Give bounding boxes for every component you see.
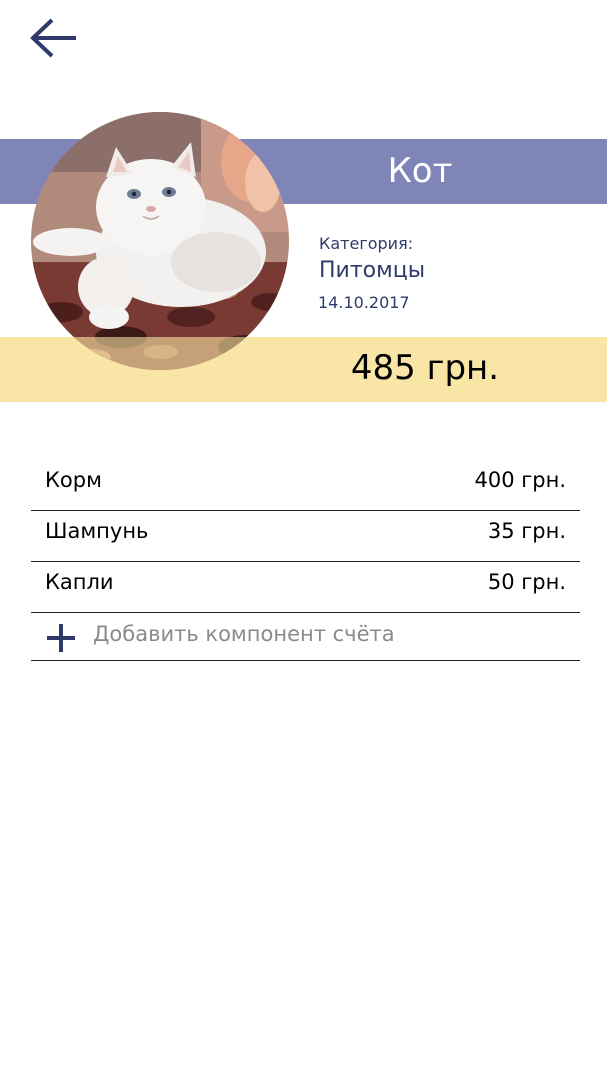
photo-overlay	[31, 337, 289, 370]
back-button[interactable]	[28, 16, 80, 62]
category-value[interactable]: Питомцы	[319, 258, 425, 283]
list-item[interactable]: Шампунь 35 грн.	[31, 511, 580, 562]
add-component-label: Добавить компонент счёта	[93, 622, 395, 646]
bill-items-list: Корм 400 грн. Шампунь 35 грн. Капли 50 г…	[31, 460, 580, 613]
item-name: Шампунь	[45, 519, 149, 543]
item-amount: 50 грн.	[487, 570, 566, 594]
item-name: Корм	[45, 468, 102, 492]
list-item[interactable]: Капли 50 грн.	[31, 562, 580, 613]
item-name: Капли	[45, 570, 114, 594]
item-amount: 35 грн.	[487, 519, 566, 543]
bill-date[interactable]: 14.10.2017	[318, 293, 410, 312]
add-component-button[interactable]: Добавить компонент счёта	[31, 612, 580, 661]
arrow-left-icon	[30, 18, 76, 58]
bill-photo[interactable]	[31, 112, 289, 370]
plus-icon	[47, 624, 75, 652]
bill-title: Кот	[387, 151, 453, 191]
cat-photo-image	[31, 112, 289, 370]
item-amount: 400 грн.	[474, 468, 566, 492]
list-item[interactable]: Корм 400 грн.	[31, 460, 580, 511]
category-label: Категория:	[319, 234, 414, 253]
bill-total: 485 грн.	[350, 348, 500, 388]
